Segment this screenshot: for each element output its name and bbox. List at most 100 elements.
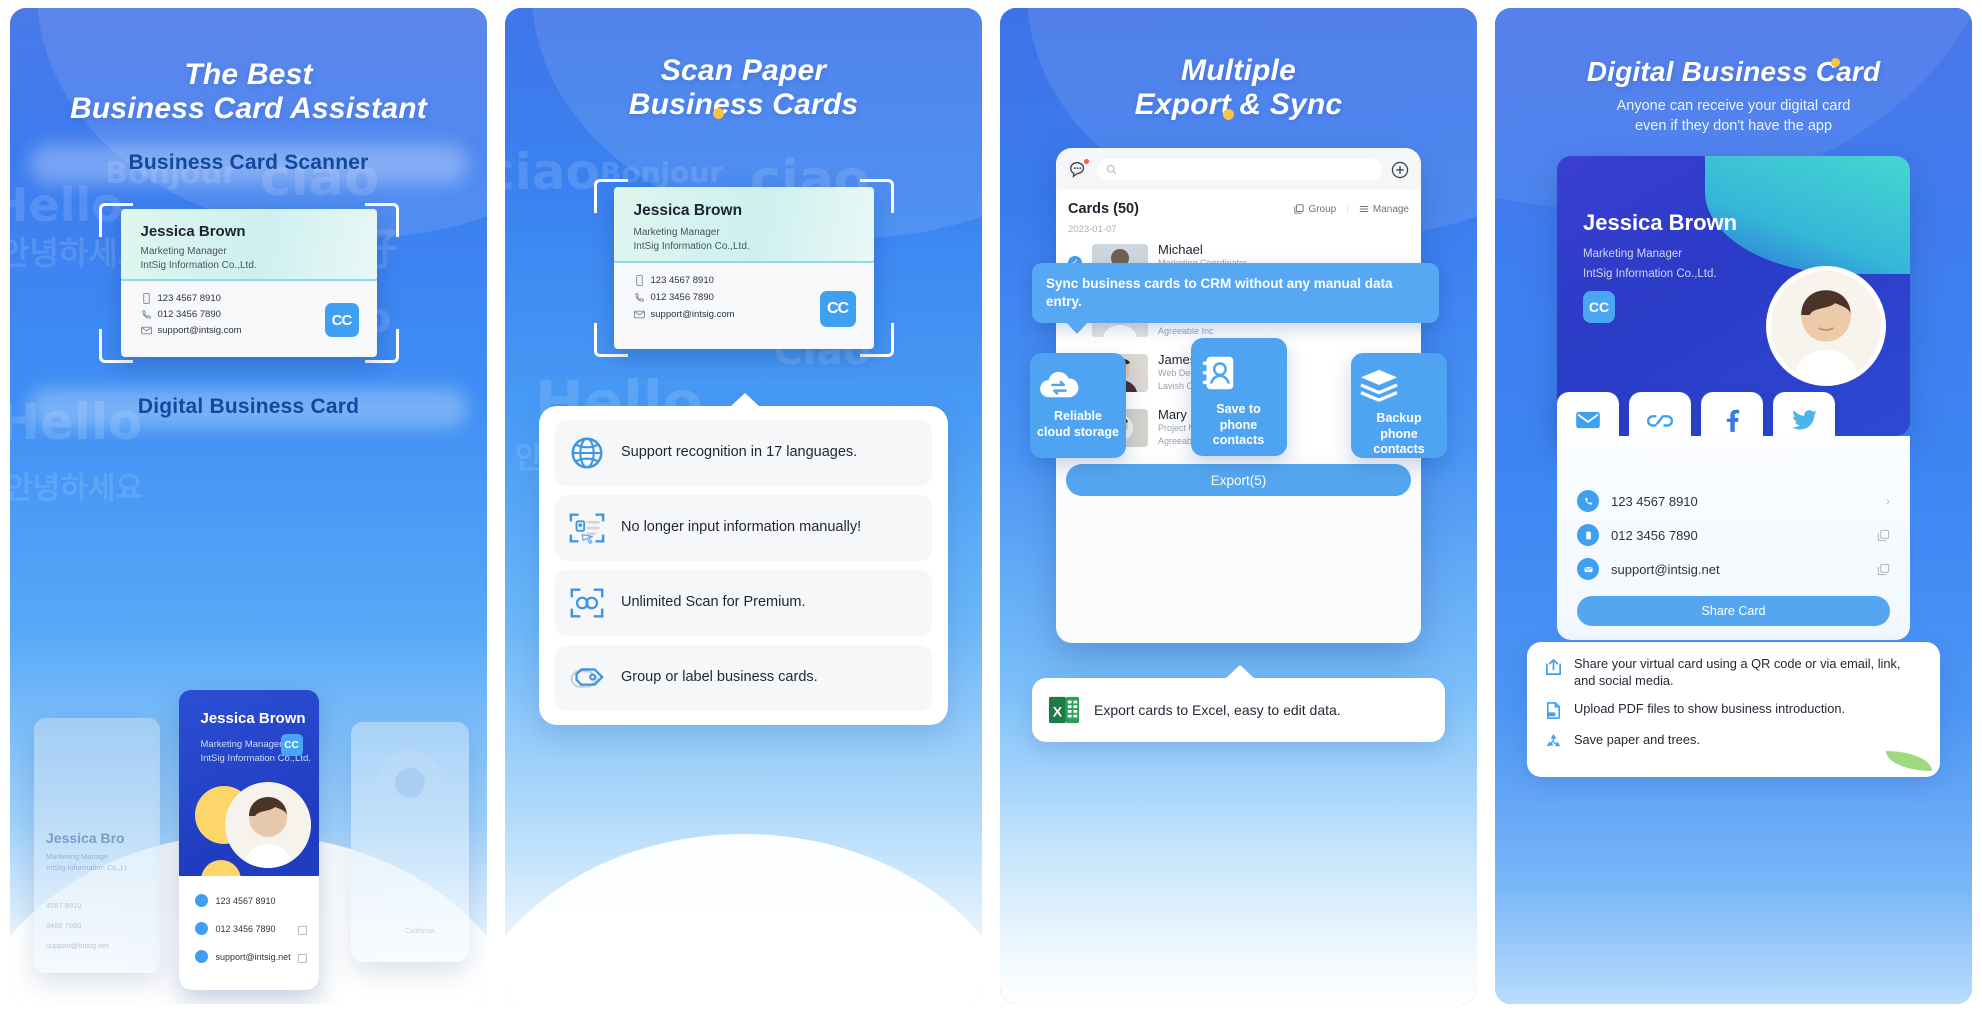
digital-card-phone1-row[interactable]: 123 4567 8910 <box>194 894 276 907</box>
copy-icon[interactable] <box>1877 529 1890 542</box>
sync-tile-cloud[interactable]: Reliable cloud storage <box>1030 353 1126 458</box>
copy-icon[interactable] <box>297 954 307 963</box>
card-phone1-row: 123 4567 8910 <box>141 293 221 304</box>
feature-row[interactable]: Support recognition in 17 languages. <box>555 420 932 486</box>
feature-row[interactable]: Group or label business cards. <box>555 645 932 711</box>
chevron-right-icon[interactable]: › <box>1886 494 1890 508</box>
panel2-headline: Scan Paper Business Cards <box>505 8 982 121</box>
contact-name: Michael <box>1158 242 1203 257</box>
card-contact-panel: 123 4567 8910 › 012 3456 7890 support@in… <box>1557 436 1910 640</box>
paper-business-card: Jessica Brown Marketing Manager IntSig I… <box>613 187 874 350</box>
scan-card-icon <box>567 508 607 548</box>
message-icon[interactable] <box>1068 158 1089 180</box>
section-label-scanner: Business Card Scanner <box>128 151 369 175</box>
cloud-sync-icon <box>1036 367 1120 401</box>
headline-line-2: Business Card Assistant <box>70 91 427 125</box>
contact-company: Agreeable Inc <box>1158 326 1214 337</box>
mail-icon <box>1576 411 1600 429</box>
feature-row[interactable]: No longer input information manually! <box>555 495 932 561</box>
card-phone2-row: 012 3456 7890 <box>634 292 714 303</box>
email-icon <box>140 325 152 336</box>
manage-icon <box>1359 206 1369 212</box>
headline-line-1: Multiple <box>1181 54 1296 87</box>
manage-label: Manage <box>1372 203 1409 215</box>
sync-tile-label: Backup phone contacts <box>1357 411 1441 458</box>
card-company: IntSig Information Co.,Ltd. <box>633 241 750 253</box>
crm-sync-bubble: Sync business cards to CRM without any m… <box>1032 263 1439 335</box>
tip-row: Save paper and trees. <box>1543 732 1924 752</box>
email-icon <box>1577 558 1599 580</box>
search-input[interactable] <box>1097 159 1382 180</box>
card-actions: Group | Manage <box>1294 204 1409 215</box>
excel-export-card: X Export cards to Excel, easy to edit da… <box>1032 665 1445 742</box>
scan-frame: Jessica Brown Marketing Manager IntSig I… <box>98 203 399 364</box>
cards-date: 2023-01-07 <box>1068 224 1117 235</box>
sync-label-line2: phone contacts <box>1212 417 1265 448</box>
copy-icon[interactable] <box>1877 563 1890 576</box>
scan-frame: Jessica Brown Marketing Manager IntSig I… <box>593 179 894 358</box>
headline-line-1: The Best <box>184 58 313 91</box>
contact-row-phone[interactable]: 123 4567 8910 › <box>1557 484 1910 518</box>
digital-card-name: Jessica Brown <box>200 710 306 727</box>
sync-label-line1: Backup <box>1376 411 1422 425</box>
contact-phone-value: 123 4567 8910 <box>1611 493 1698 509</box>
digital-business-card[interactable]: Jessica Brown Marketing Manager IntSig I… <box>178 690 319 990</box>
sync-tile-contacts[interactable]: Save to phone contacts <box>1190 338 1287 456</box>
infinity-scan-icon <box>567 583 607 623</box>
feature-card-caret <box>729 393 760 407</box>
feature-text: Unlimited Scan for Premium. <box>621 594 806 611</box>
card-email: support@intsig.com <box>650 309 735 321</box>
tips-card-caret <box>1565 642 1591 643</box>
panel-scan-paper: ciao ciao Bonjour Hello Ciao 안녕하세요 Scan … <box>505 8 982 1004</box>
card-phone1: 123 4567 8910 <box>157 293 221 305</box>
card-phone1-row: 123 4567 8910 <box>634 275 714 286</box>
add-button[interactable] <box>1391 161 1409 179</box>
export-button[interactable]: Export(5) <box>1066 464 1411 497</box>
mobile-icon <box>1577 524 1599 546</box>
sync-tile-label: Save to phone contacts <box>1197 402 1281 449</box>
facebook-icon <box>1726 409 1740 432</box>
stack-left-phone1: 4567 8910 <box>46 901 82 910</box>
stack-left-email: support@intsig.net <box>46 941 109 950</box>
sync-tile-label: Reliable cloud storage <box>1036 409 1120 440</box>
card-title: Marketing Manager <box>140 246 227 258</box>
hero-card-title: Marketing Manager <box>1583 248 1683 260</box>
feature-text: Support recognition in 17 languages. <box>621 444 858 461</box>
card-email-row: support@intsig.com <box>633 309 735 321</box>
app-store-screenshot-gallery: ciao Hello Bonjour 안녕하세요 你好 Hej ciao Hel… <box>0 0 1982 1012</box>
avatar <box>224 782 311 868</box>
stack-left-phone2: 3456 7890 <box>46 921 82 930</box>
mobile-icon <box>194 922 208 935</box>
digital-card-phone2-row[interactable]: 012 3456 7890 <box>194 922 276 935</box>
card-company: IntSig Information Co.,Ltd. <box>140 260 257 272</box>
link-icon <box>1647 415 1673 427</box>
contact-row-email[interactable]: support@intsig.net <box>1557 552 1910 586</box>
feature-row[interactable]: Unlimited Scan for Premium. <box>555 570 932 636</box>
digital-card-email-row[interactable]: support@intsig.net <box>194 950 291 963</box>
mobile-icon <box>141 293 152 305</box>
subnote-line-1: Anyone can receive your digital card <box>1616 98 1851 115</box>
feature-list-card: Support recognition in 17 languages. No … <box>539 393 948 725</box>
card-email-row: support@intsig.com <box>140 325 242 336</box>
phone-icon <box>634 292 645 303</box>
digital-card-stack: Jessica Bro Marketing Manage IntSig Info… <box>10 674 487 1004</box>
sync-label-line1: Reliable <box>1054 409 1102 423</box>
manage-button[interactable]: Manage <box>1359 204 1409 215</box>
group-button[interactable]: Group <box>1294 204 1336 215</box>
sync-tile-backup[interactable]: Backup phone contacts <box>1351 353 1447 458</box>
avatar <box>1766 266 1886 386</box>
card-phone1: 123 4567 8910 <box>650 275 714 287</box>
svg-text:X: X <box>1053 704 1063 720</box>
mobile-icon <box>634 275 645 287</box>
section-label-digital: Digital Business Card <box>137 395 360 419</box>
card-title: Marketing Manager <box>633 227 720 239</box>
hero-card-name: Jessica Brown <box>1583 210 1738 235</box>
sync-label-line1: Save to <box>1216 402 1261 416</box>
contact-row-mobile[interactable]: 012 3456 7890 <box>1557 518 1910 552</box>
cc-logo-badge: CC <box>280 734 303 756</box>
stack-left-name: Jessica Bro <box>46 830 125 846</box>
share-card-button[interactable]: Share Card <box>1577 596 1890 626</box>
accent-dot <box>1222 109 1234 121</box>
cc-logo-badge: CC <box>819 291 856 328</box>
copy-icon[interactable] <box>297 926 307 935</box>
